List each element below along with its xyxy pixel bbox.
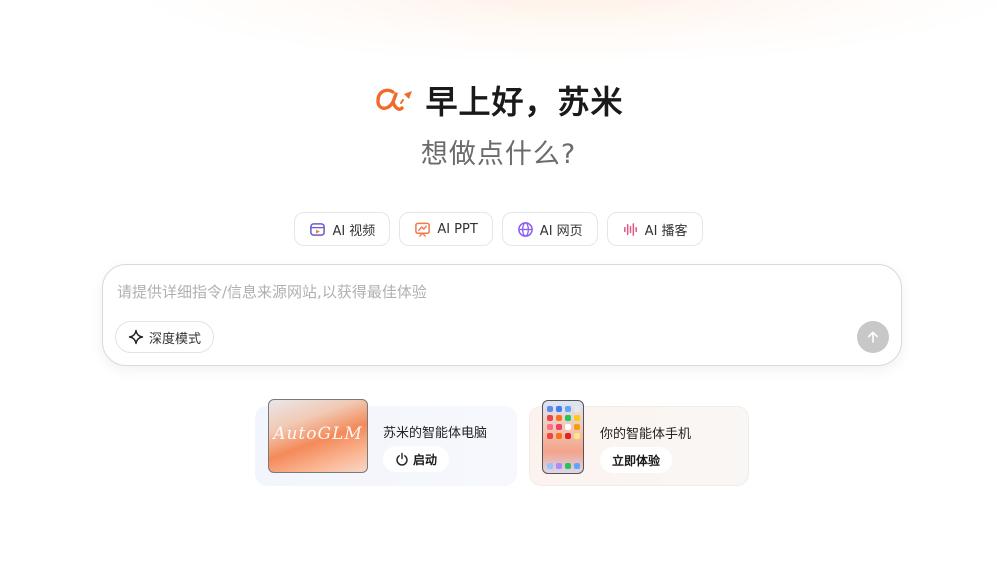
agent-phone-card[interactable]: 你的智能体手机 立即体验	[529, 400, 749, 486]
app-icon	[574, 406, 580, 412]
app-icon	[547, 415, 553, 421]
prompt-box: 深度模式	[102, 264, 902, 366]
phone-app-grid	[547, 406, 580, 439]
app-icon	[556, 433, 562, 439]
hero: 早上好，苏米 想做点什么?	[0, 78, 997, 171]
thumbnail-logo-text: AutoGLM	[273, 424, 363, 444]
app-icon	[565, 424, 571, 430]
agent-computer-title: 苏米的智能体电脑	[383, 426, 488, 441]
app-icon	[565, 406, 571, 412]
app-icon	[556, 424, 562, 430]
app-icon	[565, 433, 571, 439]
quick-action-chips: AI 视频 AI PPT AI 网页 AI 播客	[0, 212, 997, 246]
chip-ai-podcast[interactable]: AI 播客	[606, 212, 703, 246]
chip-label: AI 播客	[644, 223, 688, 239]
alpha-rocket-logo	[376, 88, 413, 111]
phone-dock	[547, 463, 580, 469]
launch-button[interactable]: 启动	[383, 446, 450, 472]
chip-label: AI 网页	[539, 223, 583, 239]
chip-label: AI 视频	[332, 223, 376, 239]
launch-label: 启动	[413, 452, 438, 467]
app-icon	[556, 463, 562, 469]
app-icon	[547, 406, 553, 412]
prompt-input[interactable]	[117, 279, 817, 305]
background-glow	[150, 0, 997, 60]
app-icon	[547, 463, 553, 469]
arrow-up-icon	[868, 331, 878, 343]
app-icon	[556, 415, 562, 421]
globe-icon	[517, 221, 533, 237]
agent-phone-thumbnail	[542, 400, 584, 474]
app-icon	[574, 424, 580, 430]
power-icon	[396, 452, 408, 466]
deep-mode-label: 深度模式	[149, 331, 202, 347]
greeting-title: 早上好，苏米	[425, 83, 624, 121]
chip-ai-webpage[interactable]: AI 网页	[501, 212, 598, 246]
audio-wave-icon	[623, 222, 637, 236]
chip-ai-ppt[interactable]: AI PPT	[399, 212, 493, 246]
try-now-label: 立即体验	[612, 453, 661, 468]
agent-phone-title: 你的智能体手机	[600, 427, 692, 442]
agent-computer-card[interactable]: AutoGLM 苏米的智能体电脑 启动	[255, 399, 517, 486]
ppt-icon	[415, 222, 431, 237]
app-icon	[574, 433, 580, 439]
app-icon	[565, 463, 571, 469]
app-icon	[574, 415, 580, 421]
send-button[interactable]	[857, 321, 889, 353]
chip-label: AI PPT	[437, 221, 478, 237]
sparkle-icon	[128, 329, 144, 345]
greeting-row: 早上好，苏米	[0, 78, 997, 122]
subtitle: 想做点什么?	[420, 139, 577, 170]
app-icon	[556, 406, 562, 412]
app-icon	[547, 424, 553, 430]
app-icon	[574, 463, 580, 469]
app-icon	[547, 433, 553, 439]
try-now-button[interactable]: 立即体验	[600, 447, 673, 473]
agent-computer-thumbnail: AutoGLM	[268, 399, 368, 473]
app-icon	[565, 415, 571, 421]
deep-mode-button[interactable]: 深度模式	[115, 321, 215, 353]
chip-ai-video[interactable]: AI 视频	[294, 212, 391, 246]
video-icon	[310, 222, 326, 236]
